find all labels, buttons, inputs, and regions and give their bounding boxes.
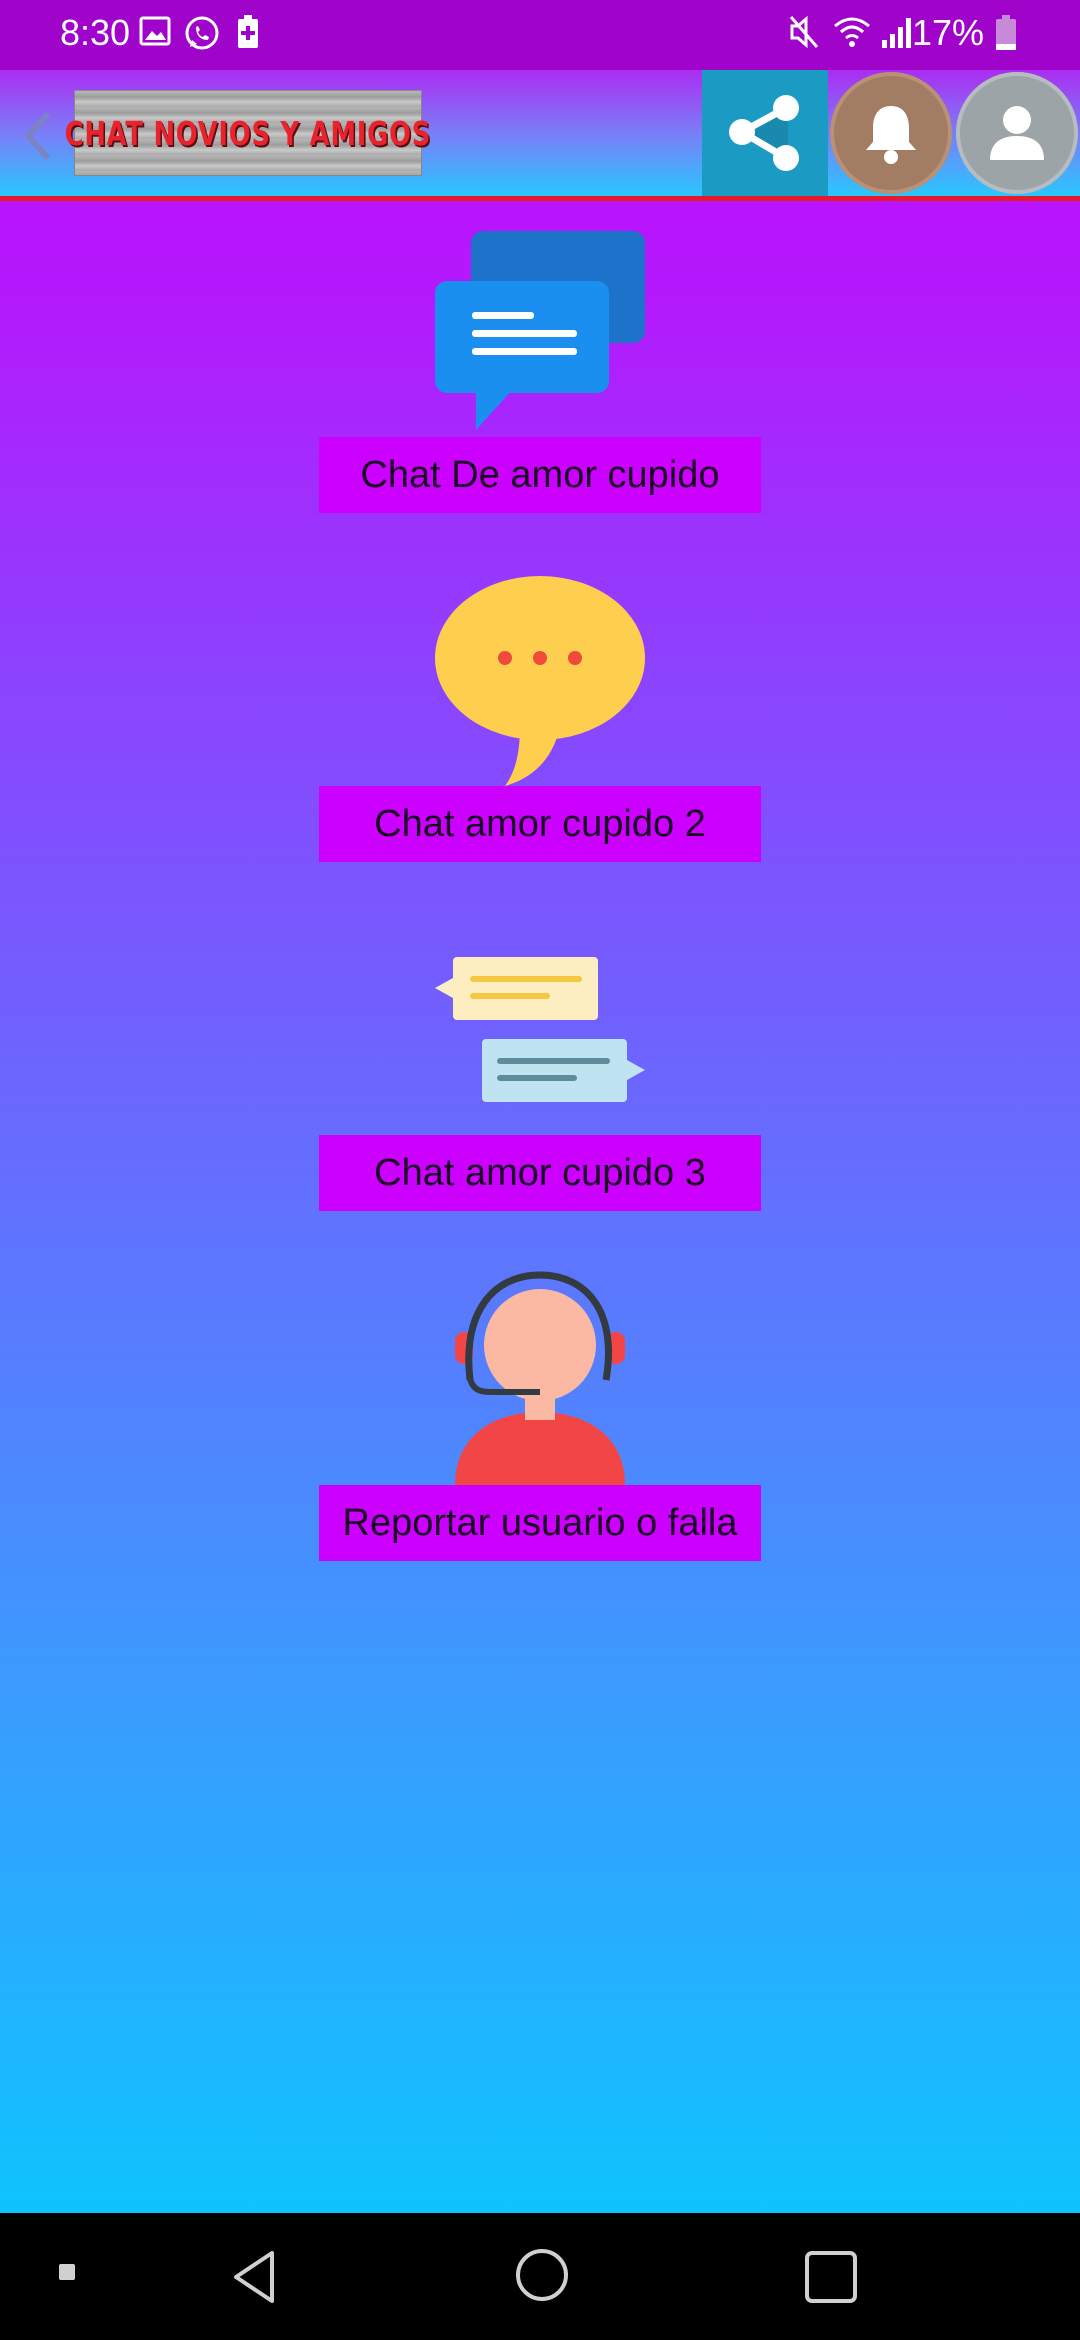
battery-percent: 17%	[911, 12, 984, 53]
speech-bubble-icon	[435, 576, 645, 786]
menu-button-label[interactable]: Chat De amor cupido	[319, 437, 761, 513]
menu-button-label[interactable]: Chat amor cupido 2	[319, 786, 761, 862]
whatsapp-icon	[185, 16, 219, 50]
profile-icon	[990, 106, 1044, 160]
status-time: 8:30	[60, 12, 131, 53]
share-icon	[729, 95, 799, 171]
app-logo: CHAT NOVIOS Y AMIGOS	[65, 90, 430, 176]
system-nav-bar	[0, 2213, 1080, 2340]
share-button[interactable]	[702, 70, 828, 196]
logo-text: CHAT NOVIOS Y AMIGOS	[64, 113, 432, 153]
wifi-icon	[834, 17, 870, 47]
chat-bubbles-icon	[435, 231, 645, 430]
messages-icon	[435, 957, 645, 1102]
home-circle-icon[interactable]	[514, 2247, 570, 2303]
menu-button-label[interactable]: Chat amor cupido 3	[319, 1135, 761, 1211]
signal-icon	[882, 18, 911, 48]
notifications-button[interactable]	[830, 72, 952, 194]
app-bar: CHAT NOVIOS Y AMIGOS	[0, 70, 1080, 201]
menu-dot-icon[interactable]	[56, 2261, 80, 2285]
chevron-left-icon[interactable]	[18, 106, 58, 166]
menu-button-label[interactable]: Reportar usuario o falla	[319, 1485, 761, 1561]
status-bar: 8:30 17%	[0, 0, 1080, 70]
mute-icon	[789, 15, 819, 49]
support-agent-icon	[455, 1271, 625, 1485]
profile-button[interactable]	[956, 72, 1078, 194]
bell-icon	[866, 106, 916, 164]
gallery-icon	[139, 16, 171, 46]
battery-saver-icon	[238, 15, 258, 48]
battery-icon	[996, 15, 1016, 50]
back-triangle-icon[interactable]	[228, 2247, 288, 2307]
recents-square-icon[interactable]	[803, 2249, 859, 2305]
